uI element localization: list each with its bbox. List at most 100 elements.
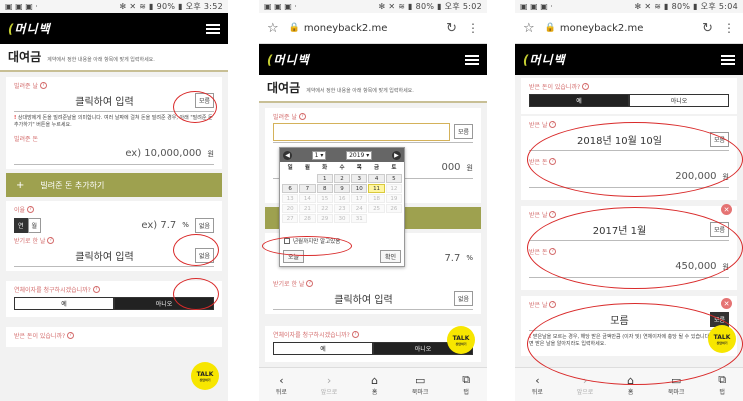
rate-year-toggle[interactable]: 연 (14, 217, 28, 233)
more-vert-icon[interactable]: ⋮ (467, 21, 479, 35)
help-icon[interactable]: ? (299, 113, 306, 120)
calendar-day[interactable]: 28 (299, 214, 316, 223)
weekday-header: 일 (287, 165, 293, 171)
calendar-day[interactable]: 2 (333, 174, 351, 183)
calendar-empty (282, 224, 298, 233)
help-icon[interactable]: ? (27, 206, 35, 213)
back-button[interactable]: ‹ 뒤로 (532, 374, 543, 396)
none-button[interactable]: 없음 (194, 217, 214, 233)
calendar-day[interactable]: 22 (316, 204, 333, 213)
calendar-day[interactable]: 18 (368, 194, 385, 203)
year-select[interactable]: 2019 ▾ (346, 150, 373, 160)
help-icon[interactable]: ? (92, 286, 100, 293)
calendar-day[interactable]: 24 (351, 204, 368, 213)
reload-icon[interactable]: ↻ (446, 21, 457, 36)
menu-icon[interactable] (465, 54, 479, 65)
remove-entry-icon[interactable]: ✕ (721, 298, 732, 309)
calendar-day[interactable]: 13 (282, 194, 299, 203)
forward-button[interactable]: › 앞으로 (321, 374, 338, 396)
unknown-button[interactable]: 모름 (453, 124, 473, 139)
weekday-header: 목 (356, 165, 362, 171)
back-button[interactable]: ‹ 뒤로 (276, 374, 287, 396)
yes-option[interactable]: 예 (273, 342, 373, 355)
calendar-day[interactable]: 17 (351, 194, 368, 203)
calendar-day[interactable]: 7 (299, 184, 316, 193)
bookmark-button[interactable]: ▭ 북마크 (412, 374, 429, 396)
help-icon[interactable]: ? (40, 82, 47, 89)
calendar-day[interactable]: 26 (385, 204, 402, 213)
yes-option[interactable]: 예 (14, 297, 114, 310)
star-icon[interactable]: ☆ (267, 21, 279, 36)
month-select[interactable]: 1 ▾ (311, 150, 327, 160)
calendar-day[interactable]: 16 (333, 194, 351, 203)
lend-amount-input[interactable]: ex) 10,000,000 (14, 148, 208, 159)
calendar-day[interactable]: 14 (299, 194, 316, 203)
lend-date-label: 빌려준 날 (14, 83, 38, 90)
lend-amount-label: 빌려준 돈 (14, 136, 38, 143)
calendar-day[interactable]: 25 (368, 204, 385, 213)
calendar-day[interactable]: 5 (385, 174, 402, 183)
tabs-button[interactable]: ⧉ 탭 (718, 373, 726, 396)
confirm-button[interactable]: 확인 (379, 250, 401, 263)
calendar-day[interactable]: 4 (368, 174, 385, 183)
page-title: 대여금 계약에서 정한 내용을 아래 항목에 맞게 입력하세요. (0, 44, 228, 72)
help-icon[interactable]: ? (47, 237, 55, 244)
prev-month-icon[interactable]: ◀ (283, 150, 292, 160)
calendar-day[interactable]: 8 (316, 184, 333, 193)
help-icon[interactable]: ? (306, 280, 314, 287)
talk-chat-button[interactable]: TALK 상담하기 (447, 326, 475, 354)
phone-screen-1: ▣ ▣ ▣ · ✻ ✕ ≋ ▮ 90% ▮ 오후 3:52 (머니백 대여금 계약에… (0, 0, 228, 401)
help-icon[interactable]: ? (67, 332, 75, 339)
talk-chat-button[interactable]: TALK 상담하기 (191, 362, 219, 390)
none-button[interactable]: 없음 (453, 291, 473, 306)
menu-icon[interactable] (721, 54, 735, 65)
calendar-day[interactable]: 12 (385, 184, 402, 193)
home-button[interactable]: ⌂ 홈 (371, 374, 378, 396)
more-vert-icon[interactable]: ⋮ (723, 21, 735, 35)
calendar-day[interactable]: 1 (316, 174, 333, 183)
calendar-day[interactable]: 11 (368, 184, 385, 193)
lend-date-input-focused[interactable] (273, 122, 450, 141)
rate-input[interactable]: ex) 7.7 (41, 220, 182, 231)
return-date-input[interactable]: 클릭하여 입력 (273, 291, 454, 306)
help-icon[interactable]: ? (351, 331, 359, 338)
help-icon[interactable]: ? (549, 301, 557, 308)
remove-entry-icon[interactable]: ✕ (721, 204, 732, 215)
help-icon[interactable]: ? (582, 83, 590, 90)
tabs-icon: ⧉ (718, 373, 727, 386)
lend-date-input[interactable]: 클릭하여 입력 (14, 93, 195, 108)
logo[interactable]: (머니백 (523, 51, 566, 68)
calendar-day[interactable]: 3 (351, 174, 368, 183)
logo[interactable]: (머니백 (8, 20, 51, 37)
calendar-day[interactable]: 20 (282, 204, 299, 213)
help-icon[interactable]: ? (549, 211, 557, 218)
reload-icon[interactable]: ↻ (702, 21, 713, 36)
calendar-day[interactable]: 31 (351, 214, 368, 223)
star-icon[interactable]: ☆ (523, 21, 535, 36)
calendar-day[interactable]: 23 (333, 204, 351, 213)
add-loan-button[interactable]: + 빌려준 돈 추가하기 (6, 173, 222, 197)
yes-option[interactable]: 예 (529, 94, 629, 107)
no-option[interactable]: 아니오 (629, 94, 729, 107)
tabs-button[interactable]: ⧉ 탭 (462, 373, 470, 396)
return-date-input[interactable]: 클릭하여 입력 (14, 248, 195, 263)
next-month-icon[interactable]: ▶ (391, 150, 401, 160)
calendar-day[interactable]: 15 (316, 194, 333, 203)
url-text[interactable]: moneyback2.me (304, 23, 446, 34)
calendar-day[interactable]: 9 (333, 184, 351, 193)
menu-icon[interactable] (206, 23, 220, 34)
calendar-day[interactable]: 21 (299, 204, 316, 213)
weekday-header: 토 (391, 165, 397, 171)
calendar-day[interactable]: 10 (351, 184, 368, 193)
calendar-day[interactable]: 30 (333, 214, 351, 223)
url-text[interactable]: moneyback2.me (560, 23, 702, 34)
rate-month-toggle[interactable]: 월 (27, 217, 42, 233)
calendar-day[interactable]: 6 (282, 184, 299, 193)
calendar-day[interactable]: 29 (316, 214, 333, 223)
calendar-day[interactable]: 19 (385, 194, 402, 203)
help-icon[interactable]: ? (549, 121, 557, 128)
calendar-day[interactable]: 27 (282, 214, 299, 223)
highlight-oval (527, 207, 743, 289)
calendar-empty (282, 174, 298, 183)
logo[interactable]: (머니백 (267, 51, 310, 68)
